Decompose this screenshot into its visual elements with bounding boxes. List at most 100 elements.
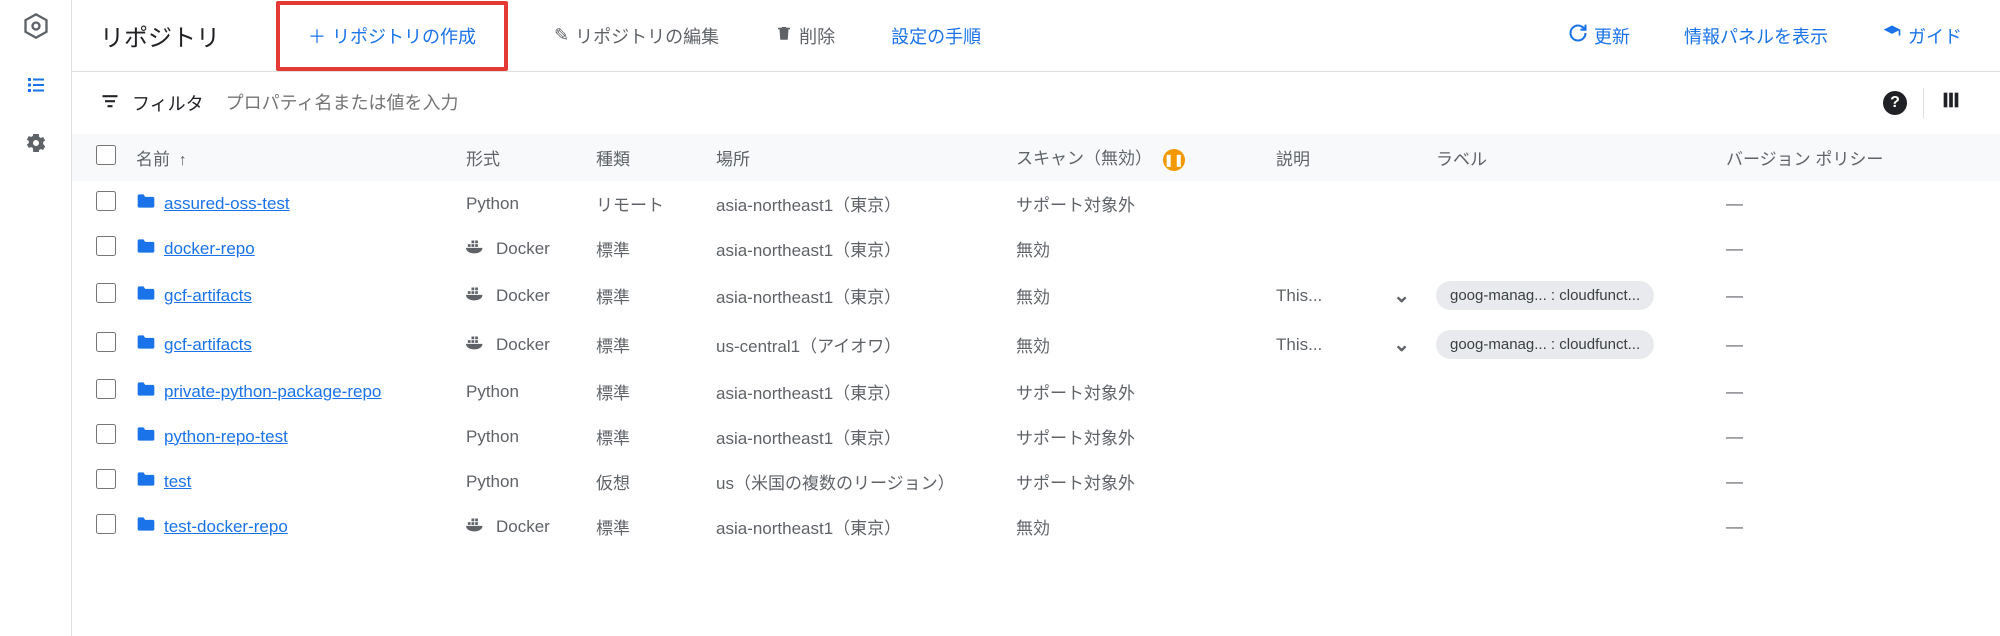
repo-name-link[interactable]: docker-repo <box>164 239 255 259</box>
table-row: gcf-artifacts Docker 標準 asia-northeast1（… <box>72 271 2000 320</box>
repo-name-link[interactable]: assured-oss-test <box>164 194 290 214</box>
docker-icon <box>466 284 488 307</box>
version-value: — <box>1726 335 1743 354</box>
kind-value: 仮想 <box>588 459 708 504</box>
folder-icon <box>136 284 156 307</box>
create-repo-label: リポジトリの作成 <box>332 23 476 49</box>
folder-icon <box>136 470 156 493</box>
row-checkbox[interactable] <box>96 514 116 534</box>
folder-icon <box>136 515 156 538</box>
folder-icon <box>136 425 156 448</box>
scan-value: 無効 <box>1008 226 1268 271</box>
col-header-scan-label: スキャン（無効） <box>1016 149 1152 168</box>
version-value: — <box>1726 239 1743 258</box>
select-all-checkbox[interactable] <box>96 145 116 165</box>
kind-value: 標準 <box>588 320 708 369</box>
plus-icon: ＋ <box>308 23 326 49</box>
edit-repo-button[interactable]: ✎ リポジトリの編集 <box>544 15 729 57</box>
setup-steps-button[interactable]: 設定の手順 <box>881 15 991 57</box>
col-header-version[interactable]: バージョン ポリシー <box>1718 134 2000 181</box>
format-value: Python <box>466 194 519 214</box>
col-header-name[interactable]: 名前 ↑ <box>128 134 458 181</box>
format-value: Docker <box>496 335 550 355</box>
repo-name-link[interactable]: python-repo-test <box>164 427 288 447</box>
scan-value: 無効 <box>1008 504 1268 549</box>
col-header-description[interactable]: 説明 <box>1268 134 1428 181</box>
folder-icon <box>136 380 156 403</box>
table-row: python-repo-test Python 標準 asia-northeas… <box>72 414 2000 459</box>
col-header-kind[interactable]: 種類 <box>588 134 708 181</box>
row-checkbox[interactable] <box>96 424 116 444</box>
row-checkbox[interactable] <box>96 332 116 352</box>
col-header-scan[interactable]: スキャン（無効） ❚❚ <box>1008 134 1268 181</box>
page-title: リポジトリ <box>100 18 220 53</box>
table-row: gcf-artifacts Docker 標準 us-central1（アイオワ… <box>72 320 2000 369</box>
col-header-format[interactable]: 形式 <box>458 134 588 181</box>
guide-label: ガイド <box>1908 23 1962 49</box>
repo-name-link[interactable]: gcf-artifacts <box>164 335 252 355</box>
help-icon[interactable]: ? <box>1883 91 1907 115</box>
repo-table: 名前 ↑ 形式 種類 場所 スキャン（無効） ❚❚ 説明 ラベル バージョン ポ… <box>72 134 2000 549</box>
version-value: — <box>1726 427 1743 446</box>
refresh-button[interactable]: 更新 <box>1558 15 1640 57</box>
table-header-row: 名前 ↑ 形式 種類 場所 スキャン（無効） ❚❚ 説明 ラベル バージョン ポ… <box>72 134 2000 181</box>
show-info-panel-button[interactable]: 情報パネルを表示 <box>1674 15 1838 57</box>
label-chip[interactable]: goog-manag... : cloudfunct... <box>1436 281 1654 310</box>
repo-name-link[interactable]: private-python-package-repo <box>164 382 381 402</box>
format-value: Python <box>466 382 519 402</box>
chevron-down-icon[interactable]: ⌄ <box>1393 283 1410 308</box>
col-header-name-label: 名前 <box>136 150 170 169</box>
repo-name-link[interactable]: test <box>164 472 191 492</box>
row-checkbox[interactable] <box>96 191 116 211</box>
kind-value: 標準 <box>588 369 708 414</box>
guide-icon <box>1882 23 1902 48</box>
scan-value: サポート対象外 <box>1008 459 1268 504</box>
kind-value: 標準 <box>588 271 708 320</box>
scan-value: サポート対象外 <box>1008 369 1268 414</box>
table-row: test Python 仮想 us（米国の複数のリージョン） サポート対象外 — <box>72 459 2000 504</box>
version-value: — <box>1726 472 1743 491</box>
scan-value: 無効 <box>1008 320 1268 369</box>
divider <box>1923 88 1924 118</box>
refresh-icon <box>1568 23 1588 48</box>
filter-icon[interactable] <box>100 91 120 116</box>
location-value: asia-northeast1（東京） <box>708 271 1008 320</box>
kind-value: 標準 <box>588 226 708 271</box>
filter-label: フィルタ <box>132 90 204 116</box>
folder-icon <box>136 333 156 356</box>
docker-icon <box>466 333 488 356</box>
label-chip[interactable]: goog-manag... : cloudfunct... <box>1436 330 1654 359</box>
scan-value: 無効 <box>1008 271 1268 320</box>
chevron-down-icon[interactable]: ⌄ <box>1393 332 1410 357</box>
repositories-nav-icon[interactable] <box>24 73 48 103</box>
side-rail <box>0 0 72 636</box>
col-header-labels[interactable]: ラベル <box>1428 134 1718 181</box>
table-row: docker-repo Docker 標準 asia-northeast1（東京… <box>72 226 2000 271</box>
show-info-panel-label: 情報パネルを表示 <box>1684 23 1828 49</box>
trash-icon <box>775 24 793 47</box>
row-checkbox[interactable] <box>96 236 116 256</box>
location-value: us（米国の複数のリージョン） <box>708 459 1008 504</box>
version-value: — <box>1726 382 1743 401</box>
row-checkbox[interactable] <box>96 283 116 303</box>
create-repo-button[interactable]: ＋ リポジトリの作成 <box>298 15 486 57</box>
location-value: us-central1（アイオワ） <box>708 320 1008 369</box>
columns-icon[interactable] <box>1940 89 1962 117</box>
create-highlight: ＋ リポジトリの作成 <box>276 1 508 71</box>
sort-ascending-icon: ↑ <box>179 152 187 169</box>
col-header-location[interactable]: 場所 <box>708 134 1008 181</box>
format-value: Python <box>466 427 519 447</box>
guide-button[interactable]: ガイド <box>1872 15 1972 57</box>
repo-name-link[interactable]: gcf-artifacts <box>164 286 252 306</box>
location-value: asia-northeast1（東京） <box>708 226 1008 271</box>
filter-row: フィルタ ? <box>72 72 2000 134</box>
version-value: — <box>1726 517 1743 536</box>
row-checkbox[interactable] <box>96 379 116 399</box>
pencil-icon: ✎ <box>554 25 569 46</box>
settings-nav-icon[interactable] <box>24 131 48 161</box>
filter-input[interactable] <box>216 93 1871 114</box>
delete-repo-button[interactable]: 削除 <box>765 15 845 57</box>
row-checkbox[interactable] <box>96 469 116 489</box>
table-row: assured-oss-test Python リモート asia-northe… <box>72 181 2000 226</box>
repo-name-link[interactable]: test-docker-repo <box>164 517 288 537</box>
